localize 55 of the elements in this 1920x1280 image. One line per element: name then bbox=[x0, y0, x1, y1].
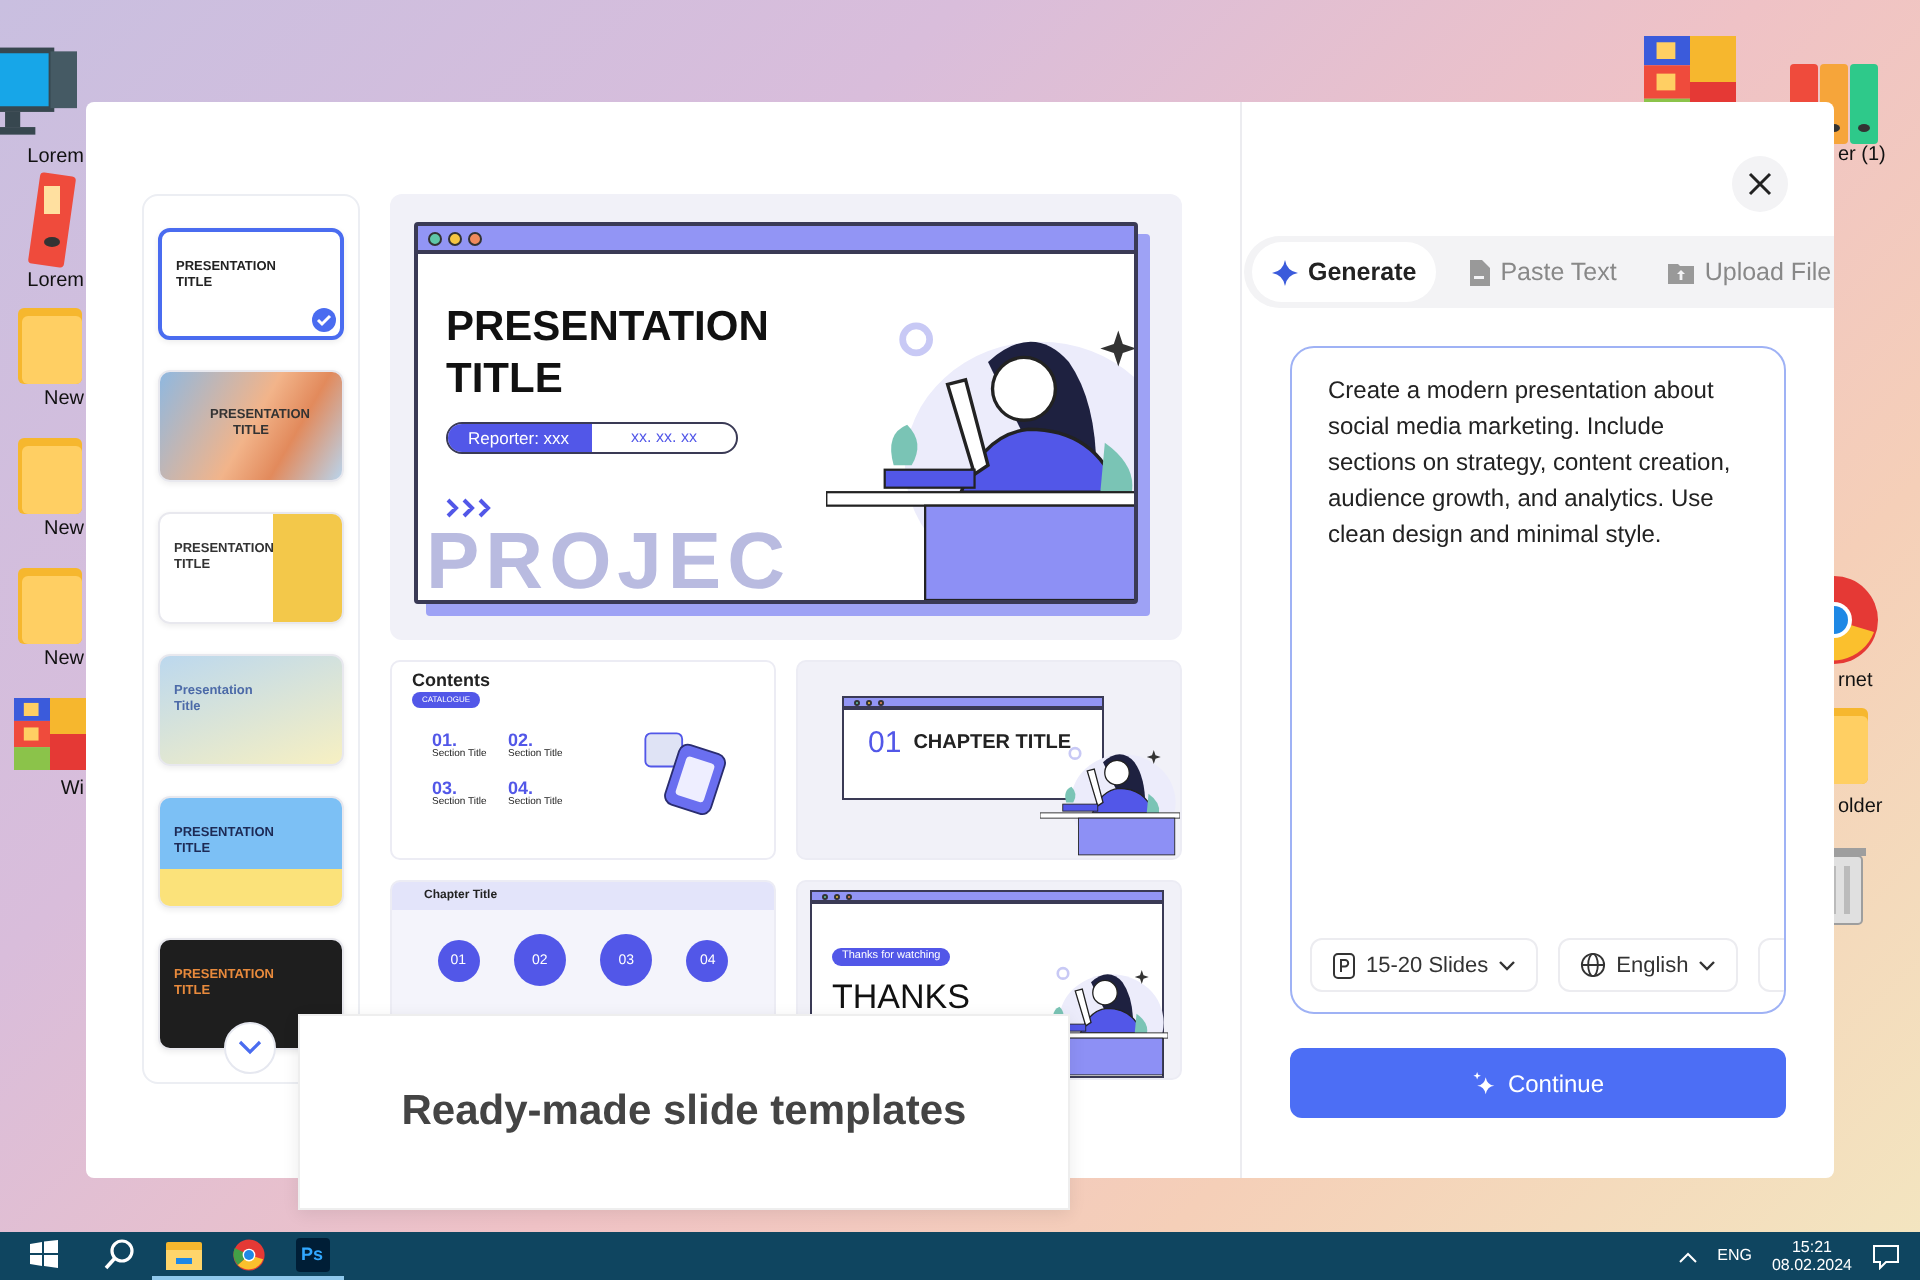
slide-title: Contents bbox=[412, 670, 490, 691]
icon-label: Wi bbox=[60, 778, 86, 802]
clock-date: 08.02.2024 bbox=[1771, 1256, 1852, 1275]
icon-label: New bbox=[43, 388, 86, 412]
windows-logo-icon bbox=[30, 1240, 58, 1268]
chapter-number: 01 bbox=[868, 726, 902, 761]
tab[interactable]: Generate bbox=[1252, 242, 1437, 302]
search-icon bbox=[104, 1238, 136, 1270]
icon-label: Lorem bbox=[27, 270, 86, 294]
watermark-text: PROJEC bbox=[426, 518, 791, 600]
option-dropdown[interactable]: 15-20 Slides bbox=[1310, 938, 1539, 992]
caption-text: Ready-made slide templates bbox=[298, 1014, 1070, 1210]
option-dropdown[interactable]: English bbox=[1558, 938, 1739, 992]
prompt-field[interactable]: Create a modern presentation about social media marketing. Include sections on strategy, content creation, audience growth, and analytics. Use clean design and minimal style. bbox=[1310, 372, 1784, 938]
window-dot bbox=[468, 231, 482, 245]
caret-icon bbox=[1498, 959, 1517, 971]
close-button[interactable] bbox=[1732, 156, 1788, 212]
icon-label: New bbox=[43, 648, 86, 672]
icon-label: older bbox=[1838, 796, 1883, 818]
taskbar-app[interactable]: Ps bbox=[280, 1232, 344, 1280]
prompt-box[interactable]: Create a modern presentation about social media marketing. Include sections on strategy, content creation, audience growth, and analytics. Use clean design and minimal style. 15-20 Slides English bbox=[1290, 346, 1786, 1014]
check-icon bbox=[312, 308, 336, 332]
icon-label: er (1) bbox=[1838, 144, 1886, 166]
chapter-title: CHAPTER TITLE bbox=[913, 731, 1072, 755]
continue-button[interactable]: Continue bbox=[1290, 1048, 1786, 1118]
sparkle-icon bbox=[1272, 259, 1298, 285]
slides-icon bbox=[1332, 951, 1356, 979]
window-dot bbox=[428, 231, 442, 245]
reporter-text: Reporter: xxx bbox=[448, 424, 592, 452]
icon-label: New bbox=[43, 518, 86, 542]
window-dot bbox=[448, 231, 462, 245]
section-number: 02. bbox=[508, 729, 534, 750]
slide-title: PRESENTATION TITLE bbox=[446, 302, 771, 406]
section-number: 03. bbox=[432, 777, 458, 798]
globe-icon bbox=[1580, 952, 1607, 978]
sparkle-icon bbox=[1471, 1071, 1496, 1095]
section-number: 04. bbox=[508, 777, 534, 798]
language-indicator[interactable]: ENG bbox=[1717, 1246, 1752, 1266]
thanks-title: THANKS bbox=[832, 978, 970, 1018]
icon-label: Lorem bbox=[27, 146, 86, 170]
icon-label: rnet bbox=[1838, 670, 1873, 692]
section-number: 01. bbox=[432, 729, 458, 750]
browser-icon bbox=[231, 1237, 265, 1271]
folder-icon bbox=[166, 1239, 202, 1269]
chevron-up-icon[interactable] bbox=[1677, 1249, 1698, 1263]
phone-drawing bbox=[638, 726, 730, 818]
close-icon bbox=[1748, 172, 1772, 196]
date-text: xx. xx. xx bbox=[629, 426, 699, 450]
folder-upload-icon bbox=[1668, 261, 1695, 283]
notification-icon[interactable] bbox=[1872, 1243, 1900, 1269]
document-icon bbox=[1468, 259, 1491, 285]
clock-time: 15:21 bbox=[1791, 1237, 1832, 1256]
scroll-down-button[interactable] bbox=[224, 1022, 276, 1074]
chevron-down-icon bbox=[238, 1040, 262, 1056]
caret-icon bbox=[1698, 959, 1717, 971]
